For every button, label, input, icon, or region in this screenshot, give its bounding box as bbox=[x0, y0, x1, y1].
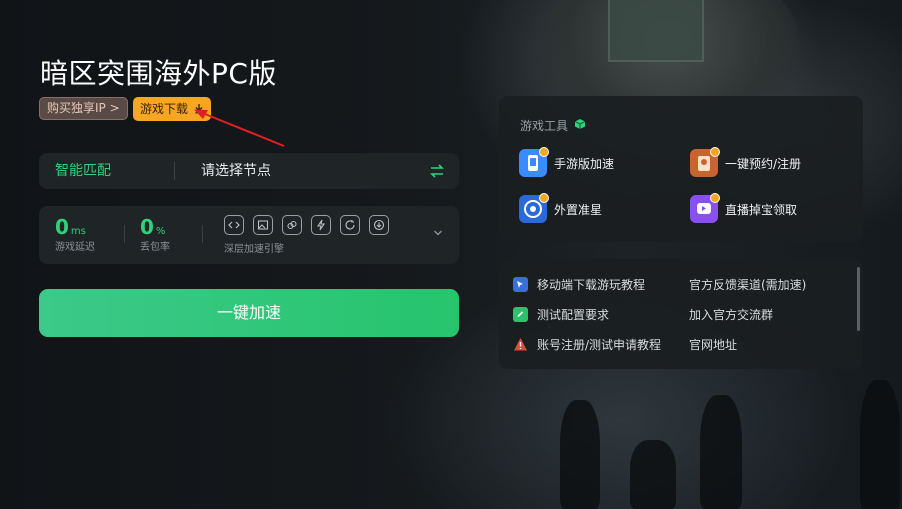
tool-label: 外置准星 bbox=[554, 202, 603, 217]
engine-label: 深层加速引擎 bbox=[224, 244, 284, 255]
link-label: 官网地址 bbox=[689, 338, 738, 352]
tool-reserve-register[interactable]: 一键预约/注册 bbox=[690, 147, 802, 177]
tool-label: 直播掉宝领取 bbox=[725, 202, 798, 217]
warning-icon bbox=[513, 337, 528, 352]
chain-engine-icon[interactable] bbox=[282, 215, 302, 235]
tool-mobile-accelerate[interactable]: 手游版加速 bbox=[519, 147, 615, 177]
packet-loss-stat: 0% 丢包率 bbox=[140, 215, 170, 253]
mobile-tutorial-icon bbox=[513, 277, 528, 292]
divider bbox=[124, 225, 125, 243]
soldier-silhouette bbox=[630, 440, 676, 509]
buy-exclusive-ip-button[interactable]: 购买独享IP > bbox=[39, 97, 128, 120]
page-title: 暗区突围海外PC版 bbox=[40, 57, 277, 90]
latency-stat: 0 ms 游戏延迟 bbox=[55, 215, 95, 253]
refresh-engine-icon[interactable] bbox=[340, 215, 360, 235]
annotation-arrow bbox=[194, 109, 285, 147]
link-label: 账号注册/测试申请教程 bbox=[537, 338, 662, 352]
link-account-tutorial[interactable]: 账号注册/测试申请教程 bbox=[513, 336, 661, 353]
tool-external-crosshair[interactable]: 外置准星 bbox=[519, 193, 603, 223]
soldier-silhouette bbox=[560, 400, 600, 509]
tool-label: 手游版加速 bbox=[554, 156, 615, 171]
link-official-feedback[interactable]: 官方反馈渠道(需加速) bbox=[689, 276, 806, 293]
cube-icon bbox=[574, 119, 586, 129]
register-icon bbox=[690, 147, 720, 177]
latency-unit: ms bbox=[70, 226, 86, 237]
link-label: 移动端下载游玩教程 bbox=[537, 278, 646, 292]
packet-loss-unit: % bbox=[155, 226, 166, 237]
link-label: 测试配置要求 bbox=[537, 308, 610, 322]
link-label: 官方反馈渠道(需加速) bbox=[689, 278, 807, 292]
latency-label: 游戏延迟 bbox=[55, 242, 95, 253]
network-stats-panel: 0 ms 游戏延迟 0% 丢包率 深层加速引擎 bbox=[39, 206, 459, 264]
game-tools-panel: 游戏工具 手游版加速 一键预约/注册 外置准星 直播掉宝领取 bbox=[499, 96, 863, 242]
node-selector-bar[interactable]: 智能匹配 请选择节点 bbox=[39, 153, 459, 189]
link-official-site[interactable]: 官网地址 bbox=[689, 336, 737, 353]
link-test-requirements[interactable]: 测试配置要求 bbox=[513, 306, 609, 323]
image-engine-icon[interactable] bbox=[253, 215, 273, 235]
tool-label: 一键预约/注册 bbox=[725, 156, 802, 171]
scrollbar[interactable] bbox=[857, 267, 860, 331]
live-icon bbox=[690, 193, 720, 223]
link-engine-icon[interactable] bbox=[224, 215, 244, 235]
link-label: 加入官方交流群 bbox=[689, 308, 774, 322]
packet-loss-value: 0 bbox=[140, 215, 154, 239]
engine-icons bbox=[224, 215, 389, 235]
check-icon bbox=[513, 307, 528, 322]
boost-engine-icon[interactable] bbox=[311, 215, 331, 235]
latency-value: 0 bbox=[55, 215, 69, 239]
phone-icon bbox=[519, 147, 549, 177]
divider bbox=[202, 225, 203, 243]
node-select-dropdown[interactable]: 请选择节点 bbox=[201, 153, 271, 189]
tools-title: 游戏工具 bbox=[520, 119, 569, 133]
crosshair-icon bbox=[519, 193, 549, 223]
help-links-panel: 移动端下载游玩教程 官方反馈渠道(需加速) 测试配置要求 加入官方交流群 账号注… bbox=[499, 259, 863, 369]
smart-match-label[interactable]: 智能匹配 bbox=[55, 153, 111, 189]
link-join-group[interactable]: 加入官方交流群 bbox=[689, 306, 773, 323]
divider bbox=[174, 162, 175, 180]
chevron-down-icon[interactable] bbox=[433, 229, 443, 237]
one-click-accelerate-button[interactable]: 一键加速 bbox=[39, 289, 459, 337]
packet-loss-label: 丢包率 bbox=[140, 242, 170, 253]
download-engine-icon[interactable] bbox=[369, 215, 389, 235]
soldier-silhouette bbox=[860, 380, 900, 509]
swap-icon[interactable] bbox=[429, 163, 445, 179]
soldier-silhouette bbox=[700, 395, 742, 509]
link-mobile-tutorial[interactable]: 移动端下载游玩教程 bbox=[513, 276, 645, 293]
helmet-patch-artwork bbox=[608, 0, 704, 62]
tool-live-drops[interactable]: 直播掉宝领取 bbox=[690, 193, 798, 223]
